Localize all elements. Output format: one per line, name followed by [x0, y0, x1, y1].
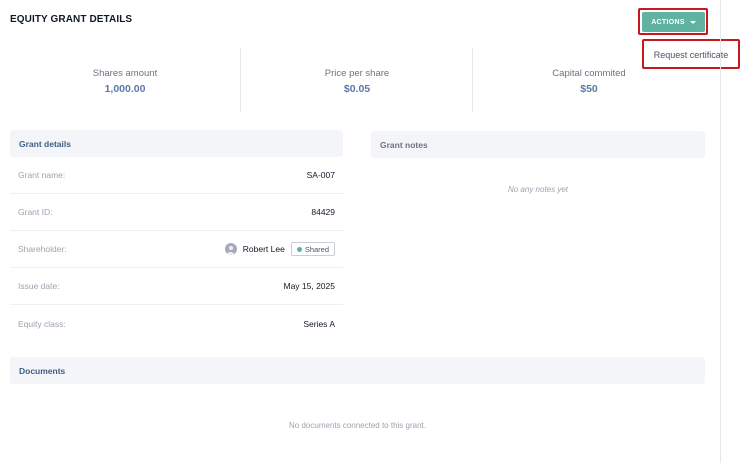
stat-value: $0.05	[343, 83, 371, 95]
stat-divider	[472, 48, 473, 112]
shareholder-info: Robert Lee Shared	[224, 242, 335, 256]
row-label: Issue date:	[18, 281, 60, 291]
grant-id-row: Grant ID: 84429	[10, 194, 343, 231]
badge-label: Shared	[304, 244, 329, 254]
panel-divider	[720, 0, 721, 463]
grant-name-row: Grant name: SA-007	[10, 157, 343, 194]
row-label: Shareholder:	[18, 244, 67, 254]
documents-header: Documents	[10, 357, 705, 384]
stat-shares-amount: Shares amount 1,000.00	[25, 68, 225, 95]
row-label: Grant name:	[18, 170, 66, 180]
row-label: Equity class:	[18, 318, 66, 329]
stat-capital-committed: Capital commited $50	[489, 68, 689, 95]
grant-id-value: 84429	[311, 207, 335, 217]
notes-empty-state: No any notes yet	[507, 185, 569, 194]
equity-class-row: Equity class: Series A	[10, 305, 343, 342]
status-badge: Shared	[290, 242, 335, 256]
stat-label: Shares amount	[92, 68, 158, 79]
grant-notes-header: Grant notes	[371, 131, 705, 158]
avatar	[224, 243, 237, 255]
equity-grant-page: EQUITY GRANT DETAILS ACTIONS Request cer…	[0, 0, 740, 463]
issue-date-row: Issue date: May 15, 2025	[10, 268, 343, 305]
request-certificate-highlight	[642, 39, 740, 69]
stat-price-per-share: Price per share $0.05	[257, 68, 457, 95]
stat-label: Capital commited	[552, 68, 626, 79]
status-dot-icon	[296, 246, 302, 252]
stat-label: Price per share	[324, 68, 390, 79]
page-title: EQUITY GRANT DETAILS	[10, 14, 133, 25]
shareholder-row: Shareholder: Robert Lee Shared	[10, 231, 343, 268]
grant-name-value: SA-007	[306, 170, 335, 180]
stat-divider	[240, 48, 241, 112]
grant-details-header: Grant details	[10, 130, 343, 157]
stat-value: 1,000.00	[104, 83, 146, 95]
stat-value: $50	[580, 83, 598, 95]
issue-date-value: May 15, 2025	[283, 281, 335, 291]
actions-button-highlight	[638, 8, 708, 35]
equity-class-value: Series A	[303, 318, 335, 329]
row-label: Grant ID:	[18, 207, 53, 217]
shareholder-name[interactable]: Robert Lee	[243, 244, 285, 254]
documents-empty-state: No documents connected to this grant.	[289, 421, 426, 430]
